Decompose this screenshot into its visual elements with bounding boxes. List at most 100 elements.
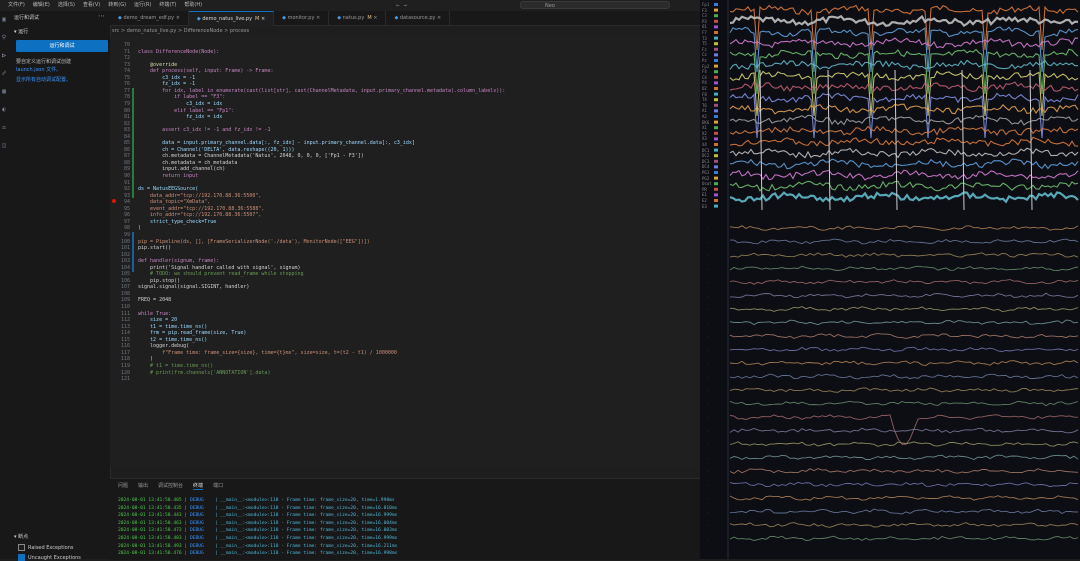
run-section-header[interactable]: ▾ 运行 — [14, 28, 28, 35]
panel-tab[interactable]: 输出 — [138, 482, 148, 490]
code-line[interactable]: ds = NatusEEGSource( — [138, 186, 198, 192]
tab-demo-natus-live-py[interactable]: ◆ demo_natus_live.py M × — [188, 11, 275, 26]
panel-tab[interactable]: 端口 — [213, 482, 223, 490]
close-icon[interactable]: × — [435, 15, 441, 21]
close-icon[interactable]: × — [372, 15, 377, 21]
code-line[interactable]: pip.start() — [138, 245, 171, 251]
breakpoint-raised-exceptions[interactable]: Raised Exceptions — [18, 544, 73, 551]
show-debug-configs-link[interactable]: 显示所有自动调试配置。 — [16, 76, 71, 83]
code-editor[interactable]: 70 71 class DifferenceNode(Node): 72 73 @ove… — [110, 36, 700, 466]
tab-monitor-py[interactable]: ◆ monitor.py × — [274, 11, 330, 25]
line-number: 108 — [120, 290, 130, 297]
code-line[interactable]: signal.signal(signal.SIGINT, handler) — [138, 284, 249, 290]
eeg-trace — [729, 169, 1079, 181]
code-line[interactable]: assert c3_idx != -1 and fz_idx != -1 — [138, 127, 270, 133]
code-line[interactable]: def handler(signum, frame): — [138, 258, 219, 264]
code-line[interactable]: logger.debug( — [138, 343, 189, 349]
tab-natus-py[interactable]: ◆ natus.py M × — [329, 11, 387, 25]
menu-item[interactable]: 运行(R) — [134, 0, 151, 11]
panel-tab[interactable]: 调试控制台 — [158, 482, 183, 490]
code-line[interactable]: ch.metadata = ChannelMetadata('Natus', 2… — [138, 153, 364, 159]
code-line[interactable]: fz_idx = idx — [138, 114, 222, 120]
close-icon[interactable]: × — [314, 15, 320, 21]
checkbox[interactable] — [18, 544, 25, 551]
tab-demo-dream-edf-py[interactable]: ◆ demo_dream_edf.py × — [110, 11, 189, 25]
channel-label: F7 — [702, 30, 707, 35]
code-line[interactable]: strict_type_check=True — [138, 219, 216, 225]
code-line[interactable]: size = 20 — [138, 317, 177, 323]
breakpoints-header[interactable]: ▾ 断点 — [14, 533, 28, 540]
command-center[interactable]: Neo — [520, 1, 670, 9]
code-line[interactable]: return input — [138, 173, 198, 179]
menu-item[interactable]: 选择(S) — [58, 0, 75, 11]
panel-tab[interactable]: 终端 — [193, 482, 204, 490]
explorer-icon[interactable]: ▣ — [1, 17, 7, 23]
launch-json-link[interactable]: launch.json 文件。 — [16, 67, 61, 73]
code-line[interactable]: fz_idx = -1 — [138, 81, 195, 87]
code-line[interactable]: ) — [138, 356, 153, 362]
terminal-line: 2024-08-01 13:41:58.435 | DEBUG | __main… — [118, 505, 398, 511]
menu-item[interactable]: 文件(F) — [8, 0, 25, 11]
code-line[interactable]: # t1 = time.time_ns() — [138, 363, 213, 369]
code-line[interactable]: while True: — [138, 311, 171, 317]
menu-item[interactable]: 编辑(E) — [33, 0, 50, 11]
code-line[interactable]: t2 = time.time_ns() — [138, 337, 207, 343]
tab-label: demo_natus_live.py — [202, 16, 253, 22]
code-line[interactable]: input.add_channel(ch) — [138, 166, 225, 172]
code-line[interactable]: def process(self, input: Frame) -> Frame… — [138, 68, 273, 74]
channel-tick: · — [708, 254, 709, 258]
remote-icon[interactable]: ◐ — [1, 107, 7, 113]
code-line[interactable]: c3_idx = -1 — [138, 75, 195, 81]
code-line[interactable]: t1 = time.time_ns() — [138, 324, 207, 330]
menu-item[interactable]: 终端(T) — [159, 0, 176, 11]
menu-item[interactable]: 查看(V) — [83, 0, 100, 11]
menu-item[interactable]: 转到(G) — [108, 0, 126, 11]
more-actions-icon[interactable]: ⋯ — [98, 12, 105, 20]
run-and-debug-button[interactable]: 运行和调试 — [16, 40, 108, 52]
code-line[interactable]: if label == "F3": — [138, 94, 225, 100]
channel-color-swatch — [714, 115, 718, 118]
code-line[interactable]: # TODO: we should prevent read_frame whi… — [138, 271, 304, 277]
code-line[interactable]: c3_idx = idx — [138, 101, 222, 107]
close-icon[interactable]: × — [174, 15, 180, 21]
tab-datasource-py[interactable]: ◆ datasource.py × — [386, 11, 451, 25]
code-line[interactable]: print('Signal handler called with signal… — [138, 265, 301, 271]
code-line[interactable]: class DifferenceNode(Node): — [138, 49, 219, 55]
channel-tick: · — [708, 349, 709, 353]
search-icon[interactable]: ⚲ — [1, 35, 7, 41]
checkbox[interactable] — [18, 554, 25, 561]
run-debug-icon[interactable]: ▷ — [1, 53, 7, 59]
eeg-traces: · · · · · · · · · · · · · · · · · · · · · · · · — [708, 0, 1079, 559]
code-line[interactable]: for idx, label in enumerate(cast(list[st… — [138, 88, 505, 94]
channel-tick: · — [708, 430, 709, 434]
extensions-icon[interactable]: ▦ — [1, 89, 7, 95]
code-line[interactable]: frm = pip.read_frame(size, True) — [138, 330, 246, 336]
code-line[interactable]: pip.stop() — [138, 278, 180, 284]
channel-label: E3 — [702, 203, 707, 209]
code-line[interactable]: f"Frame time: frame_size={size}, time={t… — [138, 350, 397, 356]
close-icon[interactable]: × — [259, 16, 265, 22]
code-line[interactable]: ch = Channel('DELTA', data.reshape((20, … — [138, 147, 294, 153]
code-line[interactable]: data = input.primary_channel.data[:, fz_… — [138, 140, 415, 146]
artifact-spike — [827, 69, 831, 211]
code-line[interactable]: @override — [138, 62, 177, 68]
code-line[interactable]: ch.metadata = ch_metadata — [138, 160, 237, 166]
code-line[interactable]: data_topic="XmData", — [138, 199, 210, 205]
nav-arrows[interactable]: ← → — [396, 0, 407, 11]
code-line[interactable]: elif label == "Fp1": — [138, 108, 234, 114]
code-line[interactable]: pip = Pipeline(ds, [], [FrameSerializerN… — [138, 239, 370, 245]
panel-tab[interactable]: 问题 — [118, 482, 128, 490]
breadcrumb[interactable]: src > demo_natus_live.py > DifferenceNod… — [112, 26, 249, 36]
code-line[interactable]: ) — [138, 225, 141, 231]
code-line[interactable]: info_addr="tcp://192.170.88.36:5507", — [138, 212, 261, 218]
code-line[interactable]: FREQ = 2048 — [138, 297, 171, 303]
code-line[interactable]: data_addr="tcp://192.170.88.36:5500", — [138, 193, 261, 199]
code-line[interactable]: # print(frm.channels['ANNOTATION'].data) — [138, 370, 270, 376]
code-line[interactable]: event_addr="tcp://192.170.88.36:5588", — [138, 206, 264, 212]
menu-item[interactable]: 帮助(H) — [184, 0, 202, 11]
breakpoint-uncaught-exceptions[interactable]: Uncaught Exceptions — [18, 554, 81, 561]
testing-icon[interactable]: ⚖ — [1, 125, 7, 131]
source-control-icon[interactable]: ☍ — [1, 71, 7, 77]
line-number: 106 — [120, 277, 130, 284]
docker-icon[interactable]: ◫ — [1, 143, 7, 149]
